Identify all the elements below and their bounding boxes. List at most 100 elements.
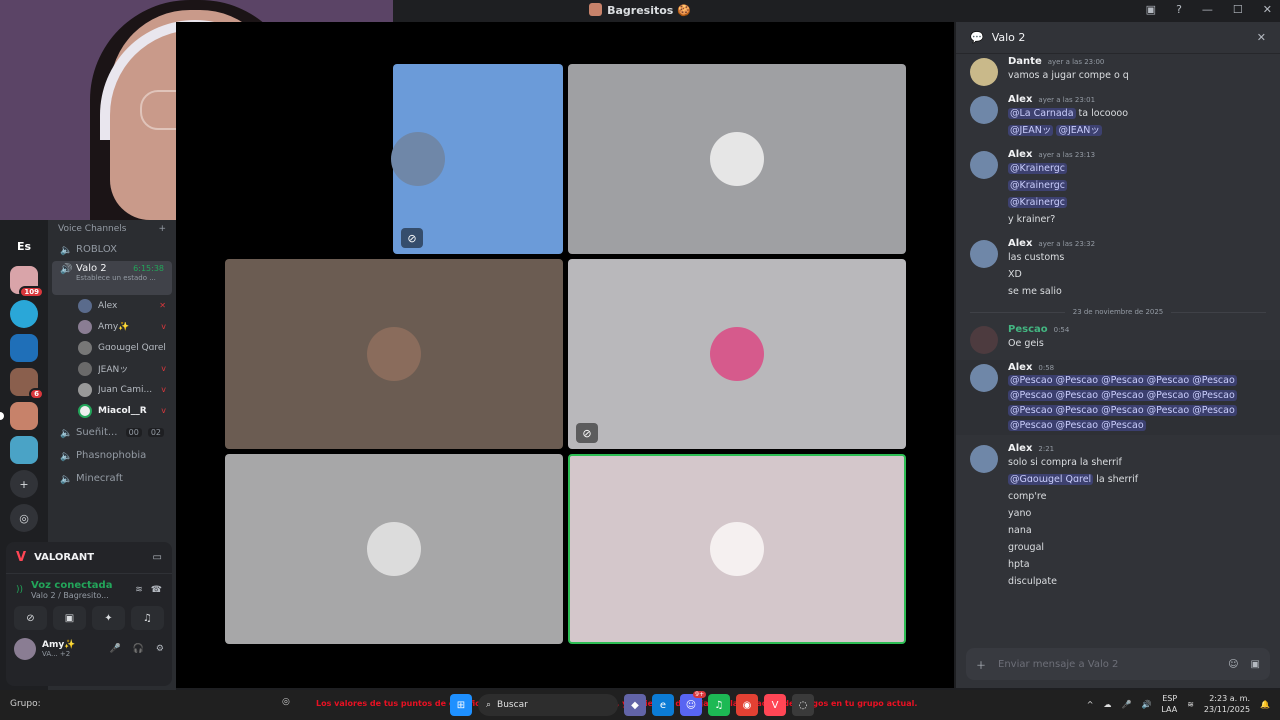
mention[interactable]: @Pescao @Pescao @Pescao @Pescao @Pescao [1008,390,1237,401]
avatar [78,403,92,418]
avatar[interactable] [970,96,998,124]
start-icon[interactable]: ⊞ [450,694,472,716]
member-gaougel[interactable]: Gɑoɯgel Qɑrel [48,337,176,358]
maximize-button[interactable]: ☐ [1233,3,1243,16]
mention[interactable]: @JEANッ [1008,125,1054,136]
mention[interactable]: @Pescao @Pescao @Pescao @Pescao @Pescao [1008,405,1237,416]
member-amy[interactable]: Amy✨ v [48,316,176,337]
member-alex[interactable]: Alex ✕ [48,295,176,316]
server-bagresitos[interactable] [0,402,38,430]
server-3[interactable] [10,334,38,362]
discover-icon[interactable]: ◎ [10,504,38,532]
composer-placeholder[interactable]: Enviar mensaje a Valo 2 [998,659,1216,670]
author-name[interactable]: Alex [1008,94,1032,105]
mic-icon[interactable]: 🎤 [109,644,120,654]
copilot-icon[interactable]: ◆ [624,694,646,716]
message-line: hpta [1008,559,1030,570]
settings-icon[interactable]: ⚙ [156,644,164,654]
tile-amy[interactable]: ⊘ [568,259,906,449]
voice-category[interactable]: Voice Channels + [48,220,176,238]
language-indicator[interactable]: ESP LAA [1161,693,1177,715]
speaker-icon: 🔈 [60,244,73,256]
mic-tray-icon[interactable]: 🎤 [1121,700,1131,709]
riot-icon[interactable]: ◌ [792,694,814,716]
discord-icon[interactable]: ☺ 9+ [680,691,706,716]
mention[interactable]: @Gɑoɯgel Qɑrel [1008,474,1094,485]
close-window-button[interactable]: ✕ [1263,3,1272,16]
author-name[interactable]: Dante [1008,56,1042,67]
add-channel-icon[interactable]: + [158,224,166,234]
spotify-icon[interactable]: ♫ [708,694,730,716]
avatar[interactable] [970,364,998,392]
noise-suppression-icon[interactable]: ≋ [135,585,143,595]
mention[interactable]: @Krainergc [1008,163,1067,174]
taskbar-search[interactable]: ⌕ Buscar [478,694,618,716]
mention[interactable]: @La Carnada [1008,108,1076,119]
emoji-icon[interactable]: ☺ [1228,659,1238,670]
mention[interactable]: @Krainergc [1008,180,1067,191]
author-name[interactable]: Alex [1008,238,1032,249]
server-es[interactable]: Es [10,232,38,260]
chrome-icon[interactable]: ◉ [736,694,758,716]
author-name[interactable]: Alex [1008,362,1032,373]
author-name[interactable]: Alex [1008,443,1032,454]
activities-button[interactable]: ✦ [92,606,125,630]
tile-juan[interactable] [225,259,563,449]
wifi-icon[interactable]: ≋ [1187,700,1194,709]
edge-icon[interactable]: e [652,694,674,716]
avatar[interactable] [970,151,998,179]
avatar[interactable] [970,58,998,86]
valorant-taskbar-icon[interactable]: V [764,694,786,716]
headphones-icon[interactable]: 🎧 [133,644,144,654]
inbox-icon[interactable]: ▣ [1146,3,1156,16]
avatar[interactable] [970,240,998,268]
member-miacol[interactable]: Miacol__R v [48,400,176,421]
channel-phasnophobia[interactable]: 🔈 Phasnophobia [48,444,176,467]
channel-minecraft[interactable]: 🔈 Minecraft [48,467,176,490]
onedrive-icon[interactable]: ☁ [1103,700,1111,709]
tile-miacol[interactable] [568,454,906,644]
clock[interactable]: 2:23 a. m. 23/11/2025 [1204,693,1250,715]
avatar[interactable] [970,326,998,354]
help-icon[interactable]: ? [1176,3,1182,16]
mention[interactable]: @Pescao @Pescao @Pescao @Pescao @Pescao [1008,375,1237,386]
mention[interactable]: @Krainergc [1008,197,1067,208]
tile-jean[interactable] [568,64,906,254]
tile-alex[interactable]: ⊘ [391,64,563,254]
channel-suenito[interactable]: 🔈 Sueñit... 00 02 [48,421,176,444]
notification-bell-icon[interactable]: 🔔 [1260,700,1270,709]
close-chat-icon[interactable]: ✕ [1257,31,1266,44]
add-server-button[interactable]: + [10,470,38,498]
volume-icon[interactable]: 🔊 [1141,700,1151,709]
mention[interactable]: @Pescao @Pescao @Pescao [1008,420,1146,431]
message-composer[interactable]: ＋ Enviar mensaje a Valo 2 ☺ ▣ [966,648,1270,680]
server-5[interactable] [10,436,38,464]
server-4[interactable]: 6 [10,368,44,400]
soundboard-button[interactable]: ♫ [131,606,164,630]
screen-share-icon[interactable]: ▭ [153,552,162,563]
server-folder[interactable]: 109 [10,266,44,298]
author-name[interactable]: Alex [1008,149,1032,160]
voice-connected-label[interactable]: Voz conectada [31,580,112,591]
avatar[interactable] [970,445,998,473]
disconnect-icon[interactable]: ☎ [151,585,162,595]
share-screen-button[interactable]: ▣ [53,606,86,630]
tile-gaougel[interactable] [225,454,563,644]
signal-icon[interactable]: )) [16,585,23,595]
mention[interactable]: @JEANッ [1056,125,1102,136]
timestamp: 2:21 [1038,445,1055,453]
voice-location[interactable]: Valo 2 / Bagresito... [31,591,112,600]
attach-icon[interactable]: ＋ [976,657,986,672]
camera-off-button[interactable]: ⊘ [14,606,47,630]
channel-roblox[interactable]: 🔈 ROBLOX [48,238,176,261]
member-juan[interactable]: Juan Cami... v [48,379,176,400]
author-name[interactable]: Pescao [1008,324,1048,335]
chevron-up-icon[interactable]: ^ [1087,700,1094,709]
member-jean[interactable]: JEANッ v [48,358,176,379]
server-2[interactable] [10,300,38,328]
active-pill [0,412,4,420]
user-panel[interactable]: Amy✨ VA... +2 🎤 🎧 ⚙ [6,630,172,668]
minimize-button[interactable]: — [1202,3,1213,16]
gif-icon[interactable]: ▣ [1251,659,1260,670]
channel-valo2[interactable]: 🔊 Valo 2 6:15:38 Establece un estado ... [52,261,172,295]
